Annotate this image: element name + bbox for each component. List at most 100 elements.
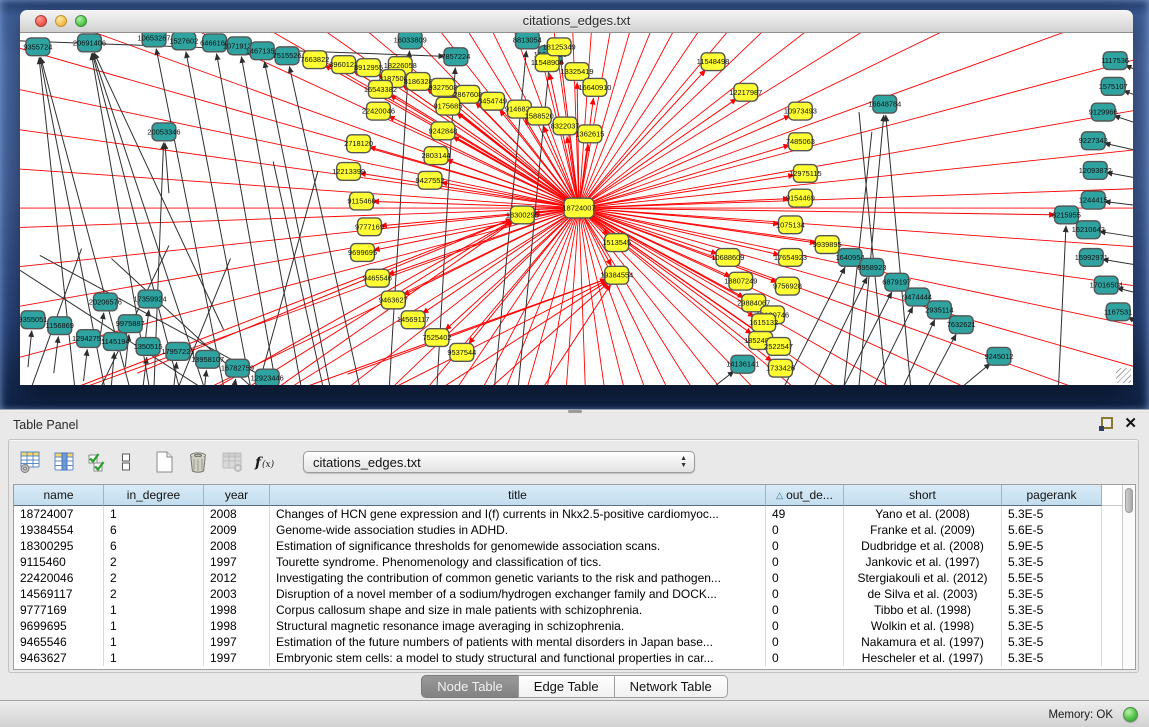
network-window[interactable]: citations_edges.txt 93557242069140610653… — [20, 10, 1133, 385]
table-cell[interactable]: 0 — [766, 650, 844, 666]
table-cell[interactable]: Changes of HCN gene expression and I(f) … — [270, 506, 766, 522]
table-cell[interactable]: 6 — [104, 538, 204, 554]
table-cell[interactable]: 2 — [104, 570, 204, 586]
table-cell[interactable]: 0 — [766, 634, 844, 650]
table-cell[interactable]: de Silva et al. (2003) — [844, 586, 1002, 602]
column-header-outde[interactable]: △out_de... — [766, 485, 844, 506]
table-cell[interactable]: 0 — [766, 586, 844, 602]
table-cell[interactable]: Estimation of significance thresholds fo… — [270, 538, 766, 554]
table-cell[interactable]: Investigating the contribution of common… — [270, 570, 766, 586]
table-row[interactable]: 977716911998Corpus callosum shape and si… — [14, 602, 1135, 618]
table-cell[interactable]: 18300295 — [14, 538, 104, 554]
column-header-indegree[interactable]: in_degree — [104, 485, 204, 506]
table-cell[interactable]: Hescheler et al. (1997) — [844, 650, 1002, 666]
column-header-pagerank[interactable]: pagerank — [1002, 485, 1102, 506]
table-cell[interactable]: 1 — [104, 602, 204, 618]
create-table-icon[interactable] — [151, 449, 177, 475]
tab-network-table[interactable]: Network Table — [614, 675, 728, 698]
table-cell[interactable]: 2008 — [204, 506, 270, 522]
select-rows-icon[interactable] — [85, 449, 111, 475]
scrollbar-thumb[interactable] — [1125, 488, 1133, 513]
table-cell[interactable]: Embryonic stem cells: a model to study s… — [270, 650, 766, 666]
table-cell[interactable]: 1 — [104, 634, 204, 650]
close-panel-icon[interactable]: ✕ — [1124, 414, 1137, 432]
table-cell[interactable]: 9115460 — [14, 554, 104, 570]
table-cell[interactable]: 5.3E-5 — [1002, 618, 1102, 634]
table-cell[interactable]: Corpus callosum shape and size in male p… — [270, 602, 766, 618]
table-cell[interactable]: Dudbridge et al. (2008) — [844, 538, 1002, 554]
column-header-title[interactable]: title — [270, 485, 766, 506]
table-cell[interactable]: 49 — [766, 506, 844, 522]
resize-grip[interactable] — [1116, 368, 1131, 383]
table-cell[interactable]: Franke et al. (2009) — [844, 522, 1002, 538]
table-cell[interactable]: Jankovic et al. (1997) — [844, 554, 1002, 570]
table-cell[interactable]: 19384554 — [14, 522, 104, 538]
window-titlebar[interactable]: citations_edges.txt — [20, 10, 1133, 33]
tab-node-table[interactable]: Node Table — [421, 675, 519, 698]
delete-table-icon[interactable] — [185, 449, 211, 475]
network-canvas[interactable]: 9355724206914061065326715276026466160107… — [20, 33, 1133, 385]
table-cell[interactable]: 22420046 — [14, 570, 104, 586]
table-cell[interactable]: 1997 — [204, 554, 270, 570]
table-row[interactable]: 1872400712008Changes of HCN gene express… — [14, 506, 1135, 522]
table-row[interactable]: 1830029562008Estimation of significance … — [14, 538, 1135, 554]
table-cell[interactable]: 14569117 — [14, 586, 104, 602]
table-cell[interactable]: Wolkin et al. (1998) — [844, 618, 1002, 634]
table-cell[interactable]: 1997 — [204, 650, 270, 666]
show-columns-icon[interactable] — [51, 449, 77, 475]
table-selector[interactable]: citations_edges.txt ▲▼ — [303, 451, 695, 473]
table-cell[interactable]: 0 — [766, 538, 844, 554]
table-cell[interactable]: Yano et al. (2008) — [844, 506, 1002, 522]
table-cell[interactable]: 1998 — [204, 618, 270, 634]
table-row[interactable]: 946554611997Estimation of the future num… — [14, 634, 1135, 650]
table-row[interactable]: 911546021997Tourette syndrome. Phenomeno… — [14, 554, 1135, 570]
column-header-short[interactable]: short — [844, 485, 1002, 506]
table-cell[interactable]: 9699695 — [14, 618, 104, 634]
table-cell[interactable]: 0 — [766, 618, 844, 634]
table-cell[interactable]: 5.3E-5 — [1002, 506, 1102, 522]
table-cell[interactable]: 5.6E-5 — [1002, 522, 1102, 538]
table-cell[interactable]: 5.3E-5 — [1002, 634, 1102, 650]
table-cell[interactable]: 5.3E-5 — [1002, 602, 1102, 618]
table-cell[interactable]: 5.9E-5 — [1002, 538, 1102, 554]
table-cell[interactable]: 0 — [766, 554, 844, 570]
table-cell[interactable]: 5.3E-5 — [1002, 554, 1102, 570]
memory-status-dot[interactable] — [1123, 707, 1138, 722]
float-panel-icon[interactable] — [1099, 417, 1113, 431]
table-row[interactable]: 946362711997Embryonic stem cells: a mode… — [14, 650, 1135, 666]
column-header-name[interactable]: name — [14, 485, 104, 506]
table-cell[interactable]: 6 — [104, 522, 204, 538]
table-cell[interactable]: 2 — [104, 554, 204, 570]
table-cell[interactable]: 9465546 — [14, 634, 104, 650]
table-cell[interactable]: Stergiakouli et al. (2012) — [844, 570, 1002, 586]
table-cell[interactable]: 1 — [104, 506, 204, 522]
table-cell[interactable]: Nakamura et al. (1997) — [844, 634, 1002, 650]
function-builder-icon[interactable]: f(x) — [253, 449, 283, 475]
table-cell[interactable]: Disruption of a novel member of a sodium… — [270, 586, 766, 602]
table-cell[interactable]: Tibbo et al. (1998) — [844, 602, 1002, 618]
table-cell[interactable]: 1998 — [204, 602, 270, 618]
table-cell[interactable]: 18724007 — [14, 506, 104, 522]
table-cell[interactable]: 2012 — [204, 570, 270, 586]
row-height-icon[interactable] — [119, 449, 133, 475]
table-cell[interactable]: Estimation of the future numbers of pati… — [270, 634, 766, 650]
table-cell[interactable]: 2 — [104, 586, 204, 602]
table-cell[interactable]: 9463627 — [14, 650, 104, 666]
table-cell[interactable]: 2003 — [204, 586, 270, 602]
table-cell[interactable]: 0 — [766, 570, 844, 586]
table-cell[interactable]: 2008 — [204, 538, 270, 554]
table-cell[interactable]: 1 — [104, 650, 204, 666]
table-cell[interactable]: Structural magnetic resonance image aver… — [270, 618, 766, 634]
table-cell[interactable]: 0 — [766, 522, 844, 538]
tab-edge-table[interactable]: Edge Table — [518, 675, 615, 698]
table-cell[interactable]: 1997 — [204, 634, 270, 650]
import-table-icon[interactable] — [219, 449, 245, 475]
table-scrollbar[interactable] — [1122, 485, 1135, 669]
table-cell[interactable]: 9777169 — [14, 602, 104, 618]
column-header-year[interactable]: year — [204, 485, 270, 506]
table-cell[interactable]: Tourette syndrome. Phenomenology and cla… — [270, 554, 766, 570]
table-cell[interactable]: 1 — [104, 618, 204, 634]
table-cell[interactable]: 5.3E-5 — [1002, 586, 1102, 602]
table-row[interactable]: 2242004622012Investigating the contribut… — [14, 570, 1135, 586]
table-row[interactable]: 969969511998Structural magnetic resonanc… — [14, 618, 1135, 634]
